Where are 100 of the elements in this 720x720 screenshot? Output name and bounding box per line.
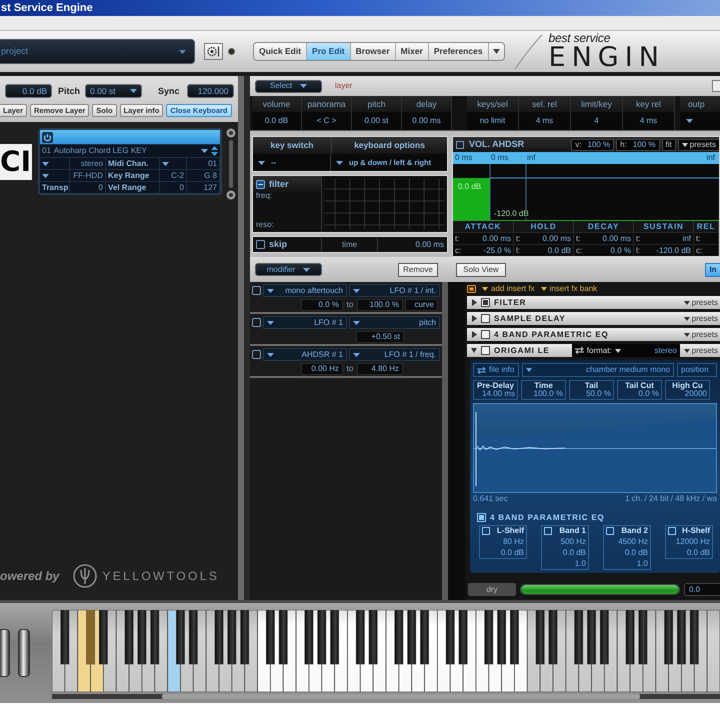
disclosure-triangle-icon[interactable] — [471, 299, 477, 306]
piano-key[interactable] — [655, 610, 670, 692]
checkbox-icon[interactable] — [481, 330, 490, 339]
band-q[interactable]: 1.0 — [574, 560, 586, 568]
piano-key[interactable] — [436, 610, 451, 692]
piano-key[interactable] — [540, 610, 554, 692]
piano-key[interactable] — [668, 610, 682, 692]
piano-key[interactable] — [102, 610, 117, 692]
range-start-field[interactable]: 0.0 % — [301, 299, 343, 311]
piano-key[interactable] — [706, 610, 720, 692]
piano-key[interactable] — [694, 610, 708, 692]
checkbox-icon[interactable] — [256, 180, 265, 188]
keyboard-scrollbar[interactable] — [52, 694, 720, 699]
insert-slot[interactable]: ORIGAMI LE format: stereo presets — [467, 344, 720, 357]
format-dropdown[interactable]: format: stereo — [572, 344, 680, 357]
checkbox-icon[interactable] — [606, 527, 614, 535]
param-value[interactable]: 0.0 dB — [548, 246, 571, 254]
piano-key[interactable] — [334, 610, 348, 692]
toolbar-button[interactable] — [204, 43, 223, 60]
range-end-field[interactable]: 100.0 % — [357, 299, 403, 311]
modifier-scrollbar[interactable] — [442, 282, 448, 600]
piano-key[interactable] — [52, 610, 66, 692]
param-value[interactable]: 0.00 ms — [482, 234, 511, 242]
view-tab[interactable]: Preferences — [428, 43, 489, 60]
toggle-icon[interactable] — [467, 285, 476, 293]
mix-value-field[interactable]: 0.0 — [684, 583, 720, 596]
piano-key[interactable] — [501, 610, 515, 692]
piano-key[interactable] — [565, 610, 580, 692]
scroll-thumb[interactable] — [162, 694, 640, 699]
checkbox-icon[interactable] — [456, 140, 464, 148]
disclosure-triangle-icon[interactable] — [471, 331, 477, 338]
piano-key[interactable] — [77, 610, 91, 692]
modifier-source-dropdown[interactable]: mono aftertouch — [263, 284, 347, 297]
checkbox-icon[interactable] — [482, 527, 490, 535]
solo-view-button[interactable]: Solo View — [456, 262, 506, 276]
band-frequency[interactable]: 12000 Hz — [676, 538, 710, 546]
layer-option-dropdown[interactable] — [40, 158, 70, 169]
piano-key[interactable] — [386, 610, 400, 692]
pitch-wheel[interactable] — [0, 629, 10, 677]
remove-button[interactable]: Remove — [398, 262, 438, 276]
view-tab[interactable]: Pro Edit — [307, 43, 351, 60]
reverb-param-panel[interactable]: High Cu 20000 — [665, 380, 710, 400]
piano-key[interactable] — [591, 610, 605, 692]
piano-key[interactable] — [630, 610, 644, 692]
file-info-button[interactable]: file info — [473, 363, 519, 377]
reverb-param-panel[interactable]: Tail Cut 0.0 % — [617, 380, 662, 400]
caret-icon[interactable] — [201, 149, 208, 153]
piano-key[interactable] — [347, 610, 361, 692]
checkbox-icon[interactable] — [477, 513, 486, 522]
param-value[interactable]: inf — [682, 234, 691, 242]
insert-fx-bank-menu[interactable]: insert fx bank — [540, 285, 598, 293]
checkbox-icon[interactable] — [668, 527, 676, 535]
modifier-target-dropdown[interactable]: LFO # 1 / freq. — [349, 348, 440, 361]
checkbox-icon[interactable] — [544, 527, 552, 535]
curve-button[interactable]: curve — [405, 299, 438, 311]
piano-key[interactable] — [462, 610, 476, 692]
piano-key[interactable] — [681, 610, 695, 692]
param-value[interactable]: -25.0 % — [483, 246, 511, 254]
piano-key[interactable] — [450, 610, 464, 692]
checkbox-icon[interactable] — [481, 298, 490, 307]
reverb-param-panel[interactable]: Tail 50.0 % — [569, 380, 614, 400]
amount-field[interactable]: +0.50 st — [356, 331, 404, 343]
range-end-field[interactable]: 4.80 Hz — [357, 363, 403, 375]
disclosure-triangle-icon[interactable] — [471, 315, 477, 322]
modifier-target-dropdown[interactable]: pitch — [349, 316, 440, 329]
piano-key[interactable] — [64, 610, 78, 692]
presets-menu[interactable]: presets — [684, 346, 720, 354]
piano-key[interactable] — [514, 610, 528, 692]
layer-slot[interactable]: 01 Autoharp Chord LEG KEY stereo Midi Chan. 01 FF-HDD Key Range C-2 G 8 Transp 0 Vel Range 0 127 — [38, 128, 222, 195]
checkbox-icon[interactable] — [256, 240, 265, 249]
insert-slot[interactable]: SAMPLE DELAY presets — [467, 312, 720, 325]
semitone-dropdown[interactable]: 0.00 st — [85, 84, 142, 98]
view-tab[interactable]: Mixer — [396, 43, 429, 60]
insert-slot[interactable]: 4 BAND PARAMETRIC EQ presets — [467, 328, 720, 341]
piano-key[interactable] — [616, 610, 630, 692]
add-insert-fx-menu[interactable]: add insert fx — [482, 285, 535, 293]
corner-button[interactable] — [712, 80, 720, 92]
presets-menu[interactable]: presets — [678, 138, 719, 150]
modifier-dropdown[interactable]: modifier — [255, 263, 322, 276]
layer-scrollbar[interactable] — [226, 128, 236, 200]
param-value[interactable]: -120.0 dB — [656, 246, 691, 254]
piano-key[interactable] — [206, 610, 220, 692]
modifier-target-dropdown[interactable]: LFO # 1 / int. — [349, 284, 440, 297]
band-gain[interactable]: 0.0 dB — [686, 549, 710, 557]
power-icon[interactable] — [42, 132, 53, 142]
piano-key[interactable] — [180, 610, 194, 692]
piano-key[interactable] — [552, 610, 566, 692]
checkbox-icon[interactable] — [252, 350, 261, 359]
band-gain[interactable]: 0.0 dB — [562, 549, 586, 557]
mod-wheel[interactable] — [18, 629, 30, 677]
piano-key[interactable] — [578, 610, 592, 692]
param-value[interactable]: 0.00 ms — [542, 234, 571, 242]
piano-key[interactable] — [142, 610, 156, 692]
project-dropdown[interactable]: project — [0, 39, 195, 64]
tempo-field[interactable]: 120.000 — [186, 84, 234, 98]
param-value[interactable]: 0.0 % — [610, 246, 631, 254]
zoom-field[interactable]: v: 100 % — [571, 138, 614, 150]
piano-key[interactable] — [642, 610, 656, 692]
select-dropdown[interactable]: Select — [255, 80, 322, 92]
checkbox-icon[interactable] — [252, 286, 261, 295]
